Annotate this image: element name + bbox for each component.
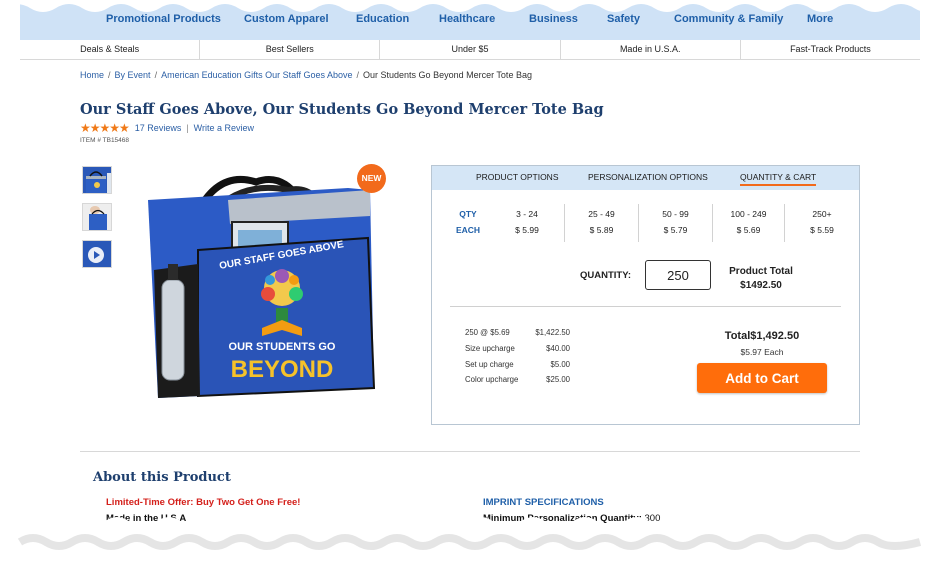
tote-print-line2: OUR STUDENTS GO [229,341,336,353]
section-divider [80,451,860,452]
price-break-qty: 100 - 249 [730,209,767,219]
price-break-each: $ 5.69 [736,225,761,235]
tab-product-options[interactable]: PRODUCT OPTIONS [476,172,559,182]
product-image[interactable]: OUR STAFF GOES ABOVE OUR STUDENTS GO BEY… [138,160,388,410]
subnav-made-in-usa[interactable]: Made in U.S.A. [561,40,741,59]
add-to-cart-button[interactable]: Add to Cart [697,363,827,393]
price-break-column: 100 - 249 $ 5.69 [712,204,784,242]
breadcrumb-separator: / [356,70,360,80]
breadcrumb-by-event[interactable]: By Event [115,70,151,80]
quantity-label: QUANTITY: [580,270,632,281]
tote-print-line3: BEYOND [231,356,334,383]
breakdown-amount: $1,422.50 [535,328,570,337]
reviews-link[interactable]: 17 Reviews [135,123,182,133]
subnav-fast-track[interactable]: Fast-Track Products [741,40,920,59]
breakdown-label: Color upcharge [465,375,519,384]
quantity-cart-panel: PRODUCT OPTIONS PERSONALIZATION OPTIONS … [431,165,860,425]
divider [450,306,841,307]
product-total-label: Product Total [729,266,793,277]
breadcrumb-home[interactable]: Home [80,70,104,80]
price-break-each: $ 5.89 [589,225,614,235]
grand-total: Total$1,492.50 [724,330,800,342]
thumbnail-2[interactable] [82,203,112,231]
breakdown-label: Set up charge [465,360,514,369]
product-total-value: $1492.50 [740,280,782,291]
imprint-heading: IMPRINT SPECIFICATIONS [483,497,604,508]
panel-tabs: PRODUCT OPTIONS PERSONALIZATION OPTIONS … [432,166,859,190]
breadcrumb-separator: / [154,70,158,80]
price-break-each: $ 5.99 [515,225,539,235]
tab-quantity-cart[interactable]: QUANTITY & CART [740,172,817,186]
each-price: $5.97 Each [740,347,784,357]
subnav-deals-steals[interactable]: Deals & Steals [20,40,201,59]
price-break-each: $ 5.59 [810,225,834,235]
price-break-qty: 3 - 24 [516,209,538,219]
price-break-qty: 25 - 49 [588,209,615,219]
thumbnail-1[interactable] [82,166,112,194]
breakdown-label: Size upcharge [465,344,515,353]
price-break-table: QTY EACH 3 - 24 $ 5.99 25 - 49 $ 5.89 50… [432,204,859,244]
video-thumbnail[interactable] [82,240,112,268]
quantity-input[interactable] [645,260,711,290]
price-break-column: 25 - 49 $ 5.89 [564,204,638,242]
breadcrumb-category[interactable]: American Education Gifts Our Staff Goes … [161,70,352,80]
breadcrumb-separator: / [108,70,111,80]
breakdown-amount: $5.00 [550,360,570,369]
breakdown-label: 250 @ $5.69 [465,328,510,337]
each-header: EACH [455,225,481,235]
product-total: Product Total $1492.50 [721,265,801,293]
price-break-column: 50 - 99 $ 5.79 [638,204,712,242]
page-title: Our Staff Goes Above, Our Students Go Be… [80,101,604,118]
product-page: Promotional Products Custom Apparel Educ… [20,0,920,570]
price-break-each: $ 5.79 [663,225,688,235]
subnav-under-5[interactable]: Under $5 [380,40,561,59]
price-break-column: 3 - 24 $ 5.99 [490,204,564,242]
wavy-top-edge [0,0,940,12]
subnav-best-sellers[interactable]: Best Sellers [200,40,381,59]
tote-in-hand-thumbnail-icon [83,204,111,230]
write-review-link[interactable]: Write a Review [194,123,254,133]
breakdown-amount: $25.00 [546,375,570,384]
breadcrumb-current: Our Students Go Beyond Mercer Tote Bag [363,70,532,80]
new-badge: NEW [357,164,386,193]
price-break-column: 250+ $ 5.59 [784,204,859,242]
rating-row: ★★★★★ 17 Reviews | Write a Review [80,121,254,135]
price-break-qty: 250+ [812,209,832,219]
secondary-nav: Deals & Steals Best Sellers Under $5 Mad… [20,40,920,60]
item-number: ITEM # TB15468 [80,137,130,144]
play-icon [83,241,111,267]
breadcrumb: Home / By Event / American Education Gifts O… [80,70,532,80]
price-break-qty: 50 - 99 [662,209,689,219]
breakdown-amount: $40.00 [546,344,570,353]
rating-divider: | [186,123,189,133]
wavy-bottom-edge [0,517,940,570]
promo-text: Limited-Time Offer: Buy Two Get One Free… [106,497,301,508]
water-bottle-icon [161,279,185,381]
tab-personalization-options[interactable]: PERSONALIZATION OPTIONS [588,172,708,182]
price-break-header: QTY EACH [446,204,490,242]
star-rating-icon: ★★★★★ [80,121,130,135]
tote-thumbnail-icon [83,167,111,193]
about-title: About this Product [93,470,231,485]
qty-header: QTY [459,209,477,219]
